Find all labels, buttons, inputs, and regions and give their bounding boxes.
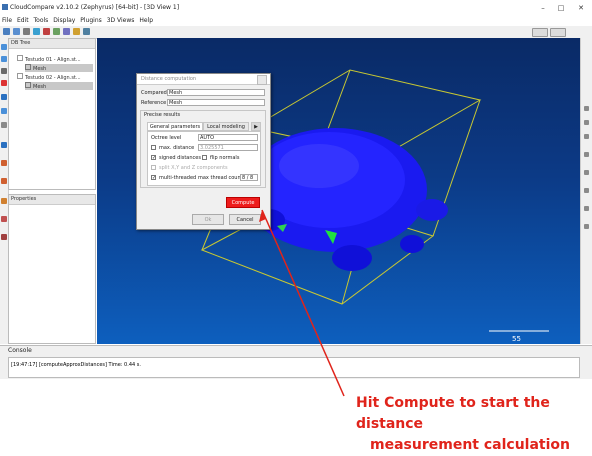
caption-line-1: Hit Compute to start the distance [356,395,550,432]
annotation-arrow [259,209,345,397]
arrow-line [261,209,345,397]
annotation-caption: Hit Compute to start the distance measur… [356,393,592,456]
caption-line-2: measurement calculation [370,437,570,453]
